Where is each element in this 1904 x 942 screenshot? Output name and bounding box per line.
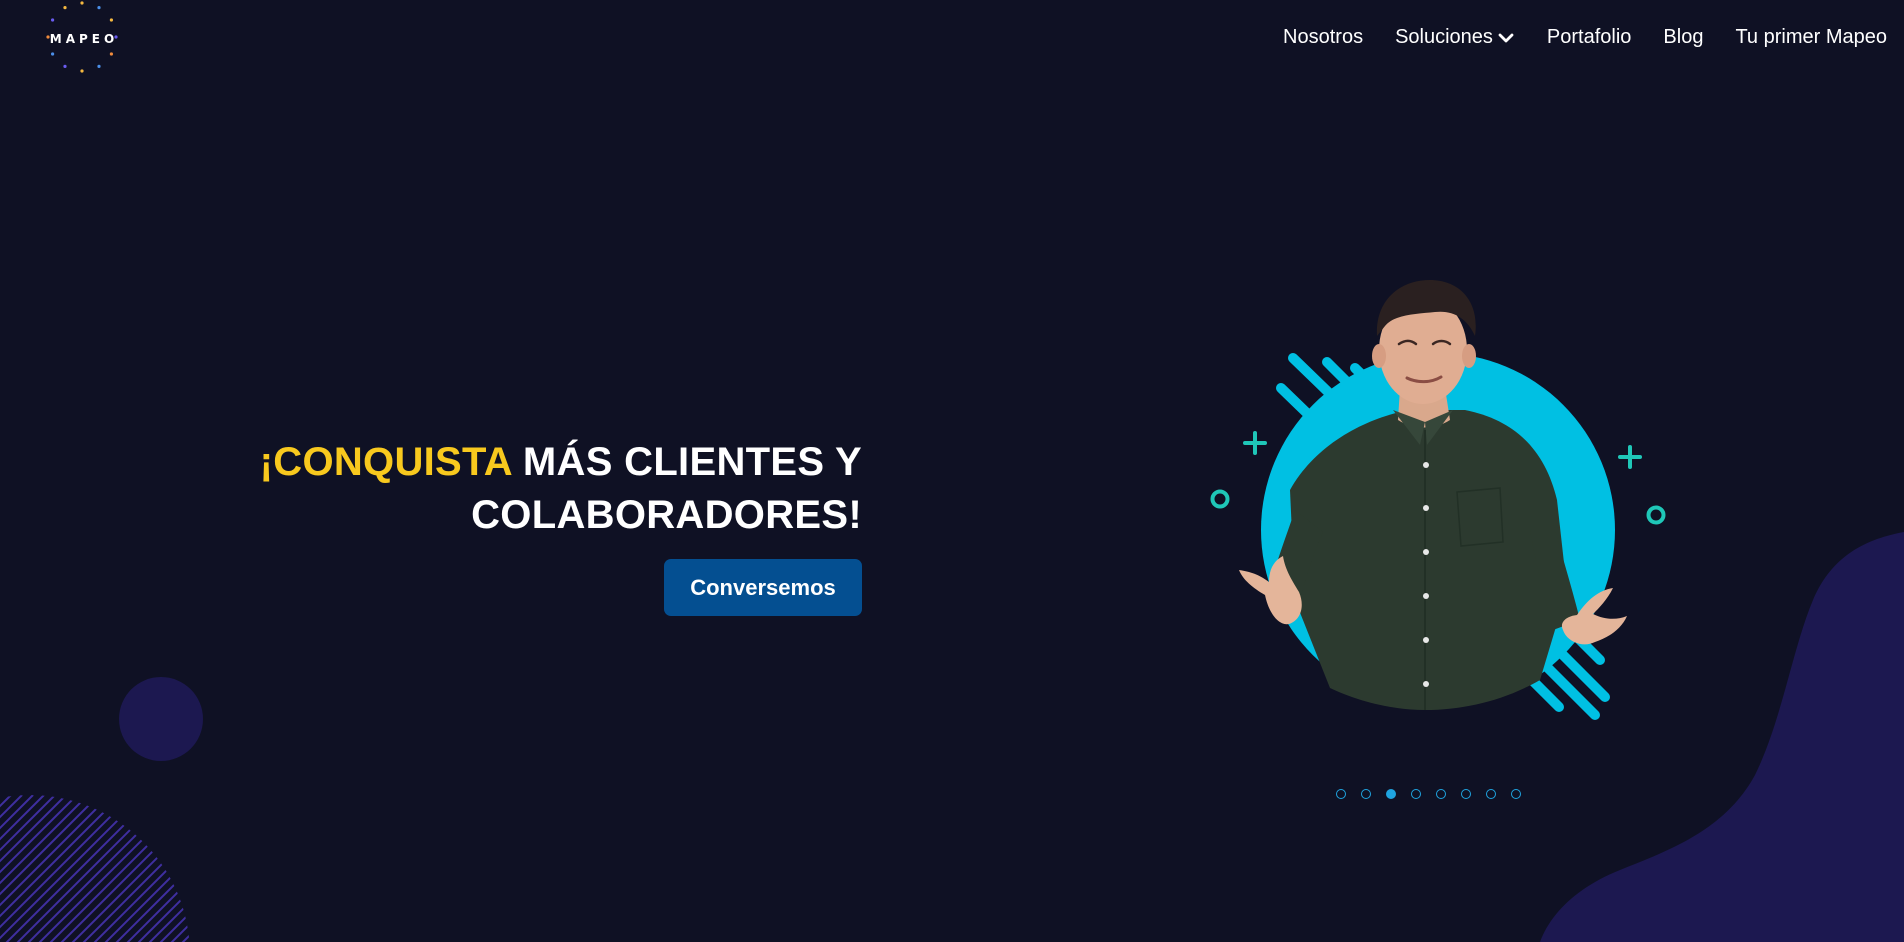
page: MAPEO Nosotros Soluciones Portafolio Blo… bbox=[0, 0, 1904, 942]
nav-item-label: Blog bbox=[1663, 26, 1704, 48]
nav-item-nosotros[interactable]: Nosotros bbox=[1283, 26, 1363, 49]
decorative-circle bbox=[119, 677, 203, 761]
nav-item-label: Tu primer Mapeo bbox=[1735, 26, 1887, 48]
main-nav: Nosotros Soluciones Portafolio Blog Tu p… bbox=[1283, 26, 1887, 49]
decorative-stripes bbox=[0, 795, 190, 942]
plus-icon bbox=[1243, 431, 1267, 455]
nav-item-label: Portafolio bbox=[1546, 26, 1632, 48]
plus-icon bbox=[1618, 445, 1642, 469]
carousel-dot[interactable] bbox=[1386, 789, 1396, 799]
carousel-dot[interactable] bbox=[1436, 789, 1446, 799]
hero-illustration bbox=[1210, 280, 1666, 720]
chevron-down-icon bbox=[1498, 33, 1514, 42]
nav-item-label: Soluciones bbox=[1395, 26, 1493, 48]
nav-item-soluciones[interactable]: Soluciones bbox=[1395, 26, 1515, 49]
carousel-pagination bbox=[1336, 789, 1521, 799]
nav-item-label: Nosotros bbox=[1283, 26, 1364, 48]
logo-text: MAPEO bbox=[49, 32, 119, 46]
hero-title-line2: COLABORADORES! bbox=[471, 493, 862, 537]
ring-icon bbox=[1210, 489, 1230, 509]
ring-icon bbox=[1646, 505, 1666, 525]
nav-item-portafolio[interactable]: Portafolio bbox=[1547, 26, 1632, 49]
hero-title-highlight: ¡CONQUISTA bbox=[259, 440, 512, 484]
carousel-dot[interactable] bbox=[1361, 789, 1371, 799]
carousel-dot[interactable] bbox=[1486, 789, 1496, 799]
carousel-dot[interactable] bbox=[1461, 789, 1471, 799]
nav-item-tu-primer-mapeo[interactable]: Tu primer Mapeo bbox=[1735, 26, 1887, 49]
carousel-dot[interactable] bbox=[1411, 789, 1421, 799]
carousel-dot[interactable] bbox=[1336, 789, 1346, 799]
hero-title: ¡CONQUISTA MÁS CLIENTES Y COLABORADORES! bbox=[200, 436, 862, 542]
hero-title-line1: MÁS CLIENTES Y bbox=[511, 440, 862, 484]
carousel-dot[interactable] bbox=[1511, 789, 1521, 799]
conversemos-button[interactable]: Conversemos bbox=[664, 559, 862, 616]
nav-item-blog[interactable]: Blog bbox=[1663, 26, 1703, 49]
mapeo-logo[interactable]: MAPEO bbox=[45, 0, 120, 78]
